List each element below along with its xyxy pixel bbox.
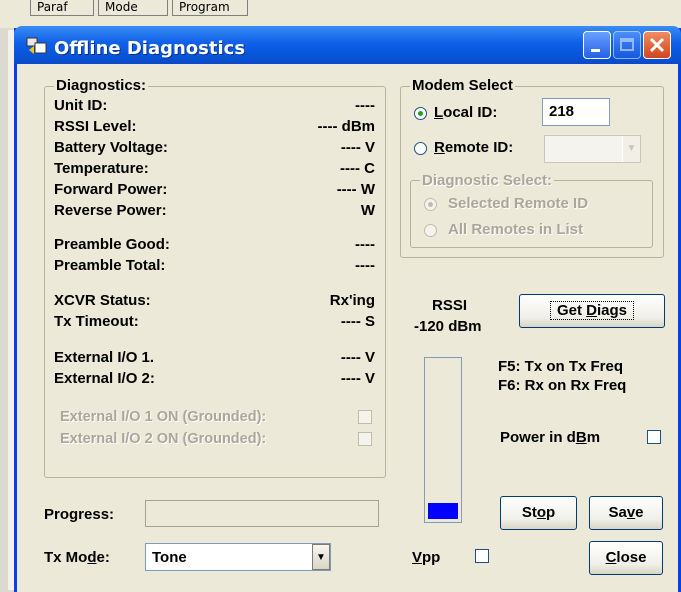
f5-hint: F5: Tx on Tx Freq <box>498 358 624 375</box>
diagnostic-select-title: Diagnostic Select: <box>420 172 555 189</box>
forward-power-value: ---- W <box>336 181 375 198</box>
vpp-label: Vpp <box>412 549 441 566</box>
local-id-radio[interactable] <box>414 107 427 120</box>
external-io-2-value: ---- V <box>340 370 375 387</box>
tx-mode-dropdown-arrow[interactable]: ▼ <box>312 544 330 570</box>
rssi-dbm-value: -120 dBm <box>414 318 482 335</box>
remote-id-label: Remote ID: <box>434 139 514 156</box>
rssi-level-value: ---- dBm <box>317 118 375 135</box>
remote-id-radio[interactable] <box>414 142 427 155</box>
selected-remote-id-label: Selected Remote ID <box>448 195 589 212</box>
tx-timeout-value: ---- S <box>340 313 375 330</box>
stop-button[interactable]: Stop <box>500 496 577 530</box>
local-id-label: Local ID: <box>434 104 498 121</box>
preamble-total-label: Preamble Total: <box>54 257 166 274</box>
background-tab-3[interactable]: Program <box>172 0 248 16</box>
f6-hint: F6: Rx on Rx Freq <box>498 377 627 394</box>
forward-power-label: Forward Power: <box>54 181 168 198</box>
progress-label: Progress: <box>44 506 115 523</box>
progress-bar <box>145 500 379 527</box>
temperature-label: Temperature: <box>54 160 149 177</box>
battery-voltage-label: Battery Voltage: <box>54 139 168 156</box>
close-window-button[interactable] <box>643 31 671 59</box>
get-diags-button[interactable]: Get Diags <box>519 294 665 328</box>
power-in-dbm-checkbox[interactable] <box>647 430 661 444</box>
external-io-2-on-label: External I/O 2 ON (Grounded): <box>60 431 267 447</box>
close-icon <box>649 37 665 53</box>
rssi-title: RSSI <box>432 297 468 314</box>
rssi-bar-fill <box>428 503 458 519</box>
tx-mode-label: Tx Mode: <box>44 549 110 566</box>
rssi-bar <box>424 357 462 523</box>
close-button[interactable]: Close <box>589 541 663 575</box>
unit-id-label: Unit ID: <box>54 97 108 114</box>
tx-timeout-label: Tx Timeout: <box>54 313 139 330</box>
xcvr-status-label: XCVR Status: <box>54 292 151 309</box>
minimize-icon <box>591 49 600 52</box>
xcvr-status-value: Rx'ing <box>329 292 375 309</box>
all-remotes-radio[interactable] <box>424 224 437 237</box>
temperature-value: ---- C <box>340 160 375 177</box>
maximize-icon <box>620 38 634 51</box>
battery-voltage-value: ---- V <box>340 139 375 156</box>
local-id-field-value: 218 <box>549 103 575 120</box>
external-io-1-value: ---- V <box>340 349 375 366</box>
tx-mode-value: Tone <box>152 549 187 566</box>
preamble-good-value: ---- <box>355 236 375 253</box>
reverse-power-value: W <box>360 202 375 219</box>
diagnostics-group-title: Diagnostics: <box>54 77 149 94</box>
external-io-2-label: External I/O 2: <box>54 370 155 387</box>
external-io-1-label: External I/O 1. <box>54 349 155 366</box>
local-id-field[interactable]: 218 <box>542 98 610 126</box>
external-io-1-on-label: External I/O 1 ON (Grounded): <box>60 409 267 425</box>
selected-remote-id-radio[interactable] <box>424 198 437 211</box>
tx-mode-dropdown[interactable]: Tone ▼ <box>145 543 331 571</box>
vpp-checkbox[interactable] <box>475 549 489 563</box>
power-in-dbm-label: Power in dBm <box>500 429 601 446</box>
remote-id-dropdown-arrow[interactable]: ▼ <box>622 136 640 162</box>
save-button[interactable]: Save <box>589 496 663 530</box>
background-tab-1[interactable]: Paraf <box>30 0 94 16</box>
reverse-power-label: Reverse Power: <box>54 202 167 219</box>
app-icon <box>26 37 47 54</box>
preamble-good-label: Preamble Good: <box>54 236 170 253</box>
rssi-level-label: RSSI Level: <box>54 118 137 135</box>
external-io-2-on-checkbox[interactable] <box>358 432 372 446</box>
all-remotes-label: All Remotes in List <box>448 221 584 238</box>
minimize-button[interactable] <box>583 31 611 59</box>
background-tab-2[interactable]: Mode <box>98 0 168 16</box>
preamble-total-value: ---- <box>355 257 375 274</box>
modem-select-title: Modem Select <box>410 77 515 94</box>
maximize-button[interactable] <box>613 31 641 59</box>
window-title: Offline Diagnostics <box>54 38 246 59</box>
remote-id-dropdown[interactable]: ▼ <box>544 135 641 163</box>
unit-id-value: ---- <box>355 97 375 114</box>
external-io-1-on-checkbox[interactable] <box>358 410 372 424</box>
